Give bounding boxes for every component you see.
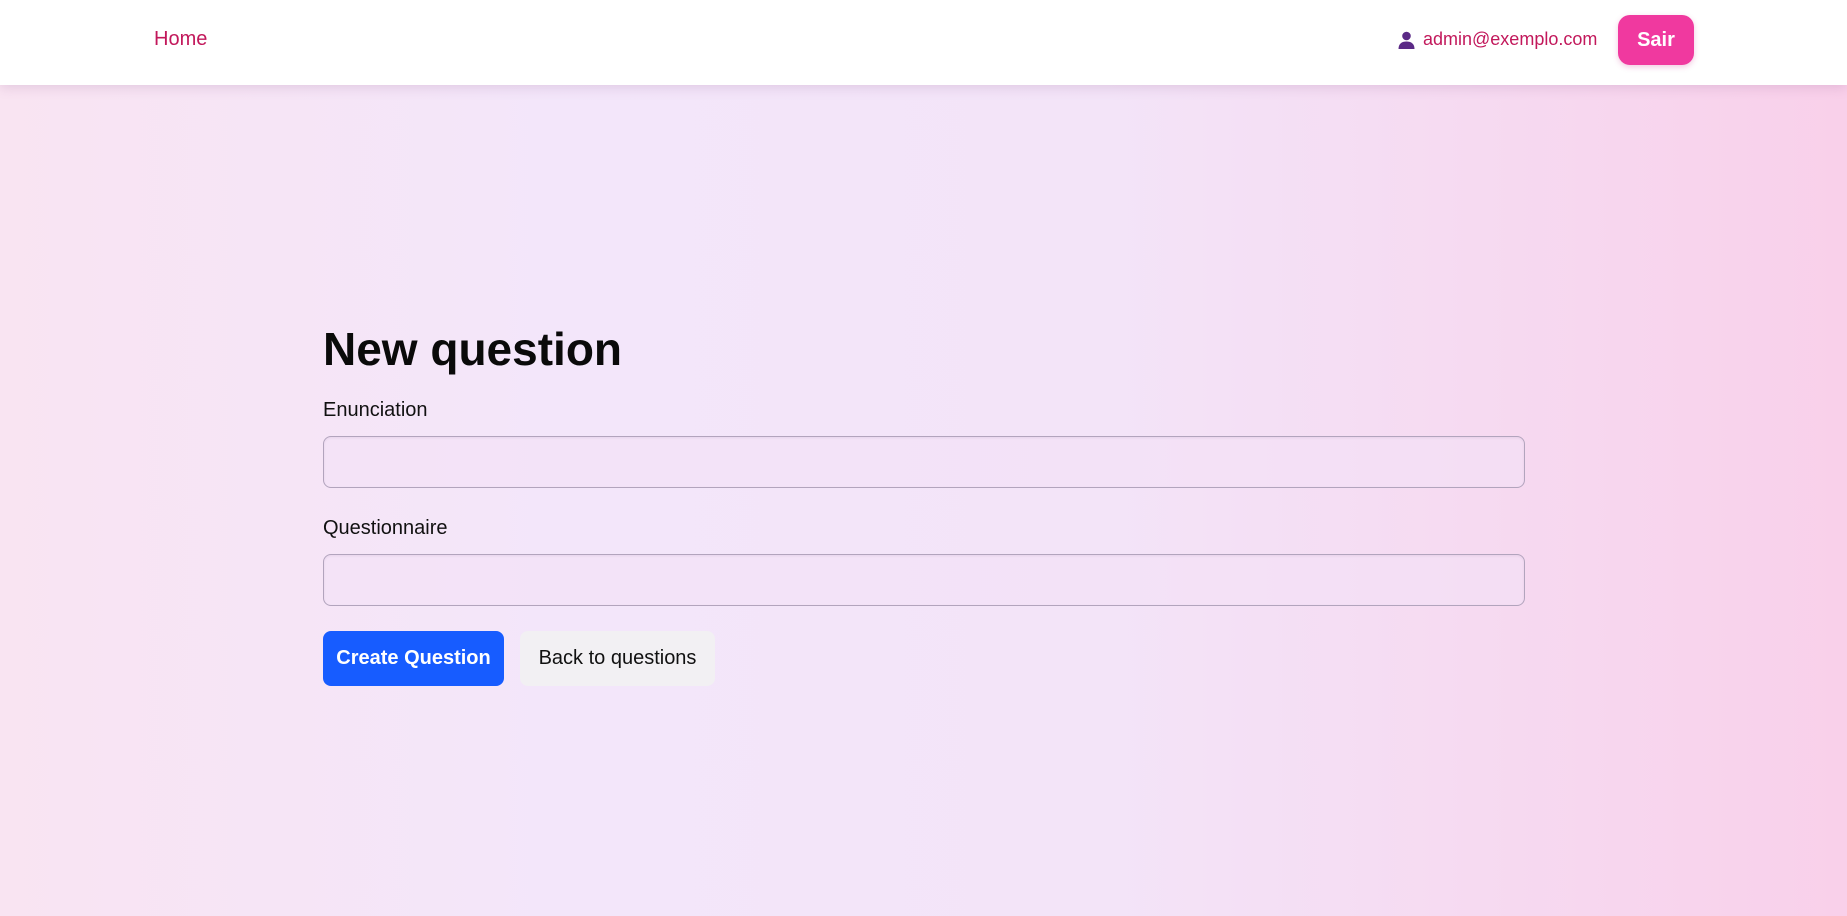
questionnaire-input[interactable] — [323, 554, 1525, 606]
user-icon — [1398, 31, 1415, 49]
questionnaire-label: Questionnaire — [323, 517, 448, 539]
nav-home-link[interactable]: Home — [154, 28, 207, 51]
new-question-form: New question Enunciation Questionnaire C… — [323, 320, 1525, 686]
user-email: admin@exemplo.com — [1423, 29, 1598, 49]
enunciation-input[interactable] — [323, 436, 1525, 488]
enunciation-label: Enunciation — [323, 399, 428, 421]
logout-button[interactable]: Sair — [1618, 15, 1694, 65]
user-menu[interactable]: admin@exemplo.com — [1398, 29, 1597, 50]
back-to-questions-button[interactable]: Back to questions — [520, 631, 715, 686]
form-actions: Create Question Back to questions — [323, 631, 1525, 686]
page-title: New question — [323, 323, 623, 375]
top-navbar: Home admin@exemplo.com Sair — [0, 0, 1847, 85]
create-question-button[interactable]: Create Question — [323, 631, 504, 686]
